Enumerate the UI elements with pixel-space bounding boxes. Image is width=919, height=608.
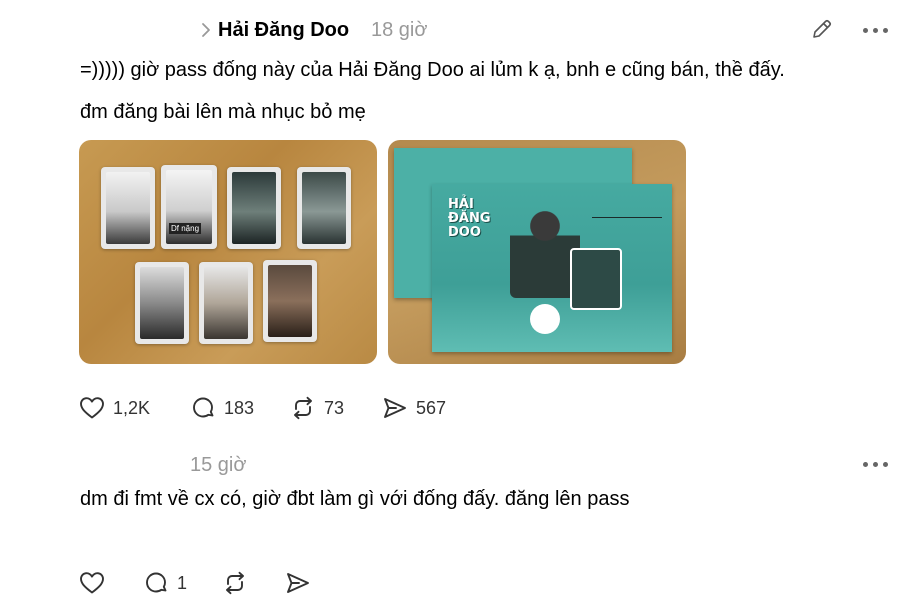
heart-icon: [80, 397, 104, 419]
post-more-options-icon[interactable]: [863, 26, 889, 34]
post-timestamp: 18 giờ: [371, 19, 428, 41]
post-text-line-1: =))))) giờ pass đống này của Hải Đăng Do…: [80, 59, 785, 81]
post-photo-posters[interactable]: HẢI ĐĂNG DOO: [388, 140, 686, 364]
reply-like-button[interactable]: [79, 571, 105, 595]
comment-count: 183: [224, 397, 255, 418]
reply-more-options-icon[interactable]: [863, 460, 889, 468]
comment-bubble-icon: [146, 572, 167, 593]
reply-text: dm đi fmt về cx có, giờ đbt làm gì với đ…: [80, 488, 630, 510]
photocard-sticker-label: Df nặng: [169, 223, 202, 234]
share-count: 567: [416, 397, 447, 418]
repost-button[interactable]: 73: [290, 396, 344, 420]
reply-repost-button[interactable]: [222, 571, 248, 595]
post-photo-photocards[interactable]: Df nặng: [79, 140, 377, 364]
reply-share-button[interactable]: [285, 571, 311, 595]
chevron-right-icon: [202, 23, 210, 37]
reply-comment-button[interactable]: 1: [143, 571, 187, 595]
comment-button[interactable]: 183: [190, 396, 254, 420]
share-button[interactable]: 567: [382, 396, 446, 420]
post-author-name[interactable]: Hải Đăng Doo: [218, 18, 349, 42]
like-count: 1,2K: [113, 397, 151, 418]
repost-icon: [294, 396, 312, 420]
repost-count: 73: [324, 397, 345, 418]
edit-icon[interactable]: [810, 17, 834, 41]
post-text-line-2: đm đăng bài lên mà nhục bỏ mẹ: [80, 101, 366, 123]
reply-comment-count: 1: [177, 572, 188, 593]
repost-icon: [226, 571, 244, 595]
like-button[interactable]: 1,2K: [79, 396, 150, 420]
send-icon: [287, 573, 309, 593]
poster-title-text: HẢI ĐĂNG DOO: [448, 197, 491, 240]
heart-icon: [80, 572, 104, 594]
send-icon: [384, 398, 406, 418]
comment-bubble-icon: [193, 397, 214, 418]
reply-timestamp: 15 giờ: [190, 454, 247, 476]
